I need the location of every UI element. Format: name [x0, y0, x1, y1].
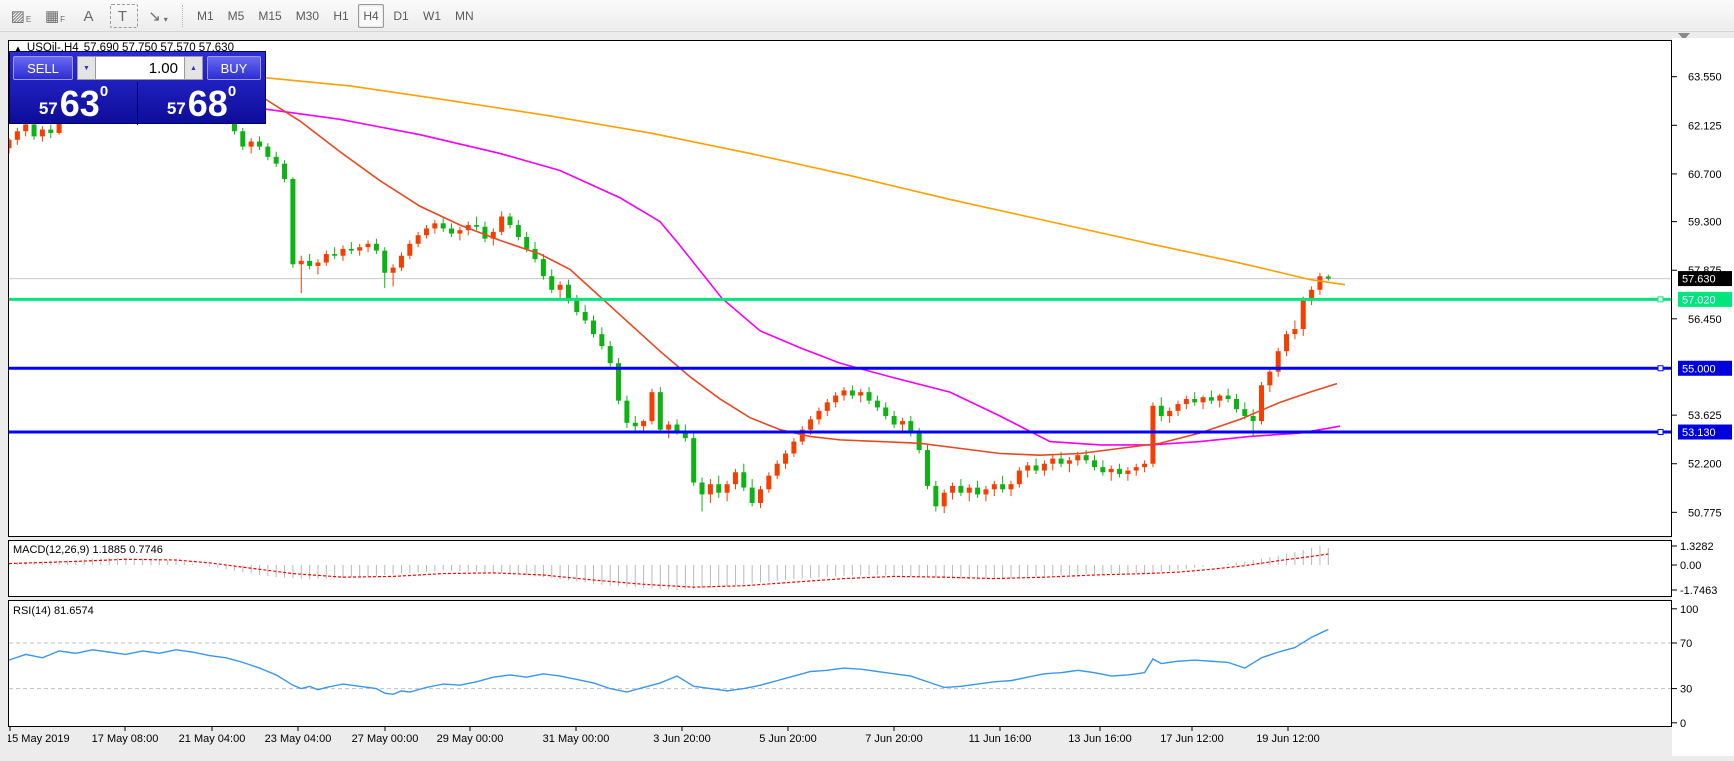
sell-price-main: 63: [59, 82, 100, 124]
rsi-label: RSI(14) 81.6574: [13, 605, 94, 617]
svg-text:59.300: 59.300: [1688, 217, 1722, 229]
tab-timeframe-M15[interactable]: M15: [253, 4, 286, 28]
chart-window[interactable]: ▲ USOil-,H4 57.690 57.750 57.570 57.630 …: [6, 38, 1734, 761]
text-box-tool-icon[interactable]: T: [110, 3, 138, 28]
chart-canvas[interactable]: 63.55062.12560.70059.30057.87556.45053.6…: [6, 38, 1734, 756]
svg-text:0: 0: [1680, 718, 1686, 730]
svg-text:17 May 08:00: 17 May 08:00: [92, 733, 159, 745]
svg-text:100: 100: [1680, 604, 1698, 616]
svg-text:53.130: 53.130: [1682, 427, 1716, 439]
svg-text:50.775: 50.775: [1688, 507, 1722, 519]
buy-price-int: 57: [166, 99, 186, 118]
time-axis: 15 May 2019 17 May 08:00 21 May 04:00 23 Ma…: [6, 727, 1320, 745]
macd-panel: [8, 540, 1672, 597]
svg-text:19 Jun 12:00: 19 Jun 12:00: [1256, 733, 1320, 745]
svg-text:-1.7463: -1.7463: [1680, 585, 1717, 597]
grid-tool-icon[interactable]: ▦ F: [42, 4, 70, 28]
sell-button[interactable]: SELL: [13, 56, 73, 80]
svg-text:52.200: 52.200: [1688, 459, 1722, 471]
svg-text:11 Jun 16:00: 11 Jun 16:00: [969, 733, 1032, 745]
application-window: ▨ E ▦ F A T ↘ ▾ M1 M5 M15 M30 H1 H4 D1 W1 MN ▲ USOil-,H…: [0, 0, 1734, 756]
svg-text:63.550: 63.550: [1688, 72, 1722, 84]
tab-timeframe-D1[interactable]: D1: [388, 4, 414, 28]
volume-decrease-button[interactable]: ▼: [77, 56, 96, 80]
hline-handle: [1657, 296, 1664, 303]
indicators-tool-icon[interactable]: ▨ E: [8, 4, 36, 28]
timeframe-toolbar: M1 M5 M15 M30 H1 H4 D1 W1 MN: [192, 3, 483, 28]
buy-button[interactable]: BUY: [207, 56, 261, 80]
tab-timeframe-H1[interactable]: H1: [328, 4, 354, 28]
svg-text:53.625: 53.625: [1688, 410, 1722, 422]
text-label-tool-icon[interactable]: A: [76, 4, 104, 28]
svg-text:17 Jun 12:00: 17 Jun 12:00: [1160, 733, 1224, 745]
volume-increase-button[interactable]: ▲: [184, 56, 203, 80]
hline-handle: [1657, 365, 1664, 372]
svg-text:56.450: 56.450: [1688, 314, 1722, 326]
tab-timeframe-M1[interactable]: M1: [192, 4, 219, 28]
hline-handle: [1657, 429, 1664, 436]
tab-timeframe-M5[interactable]: M5: [223, 4, 250, 28]
tab-timeframe-W1[interactable]: W1: [418, 4, 446, 28]
object-tools-group: ▨ E ▦ F A T ↘ ▾: [8, 3, 178, 28]
arrows-objects-tool-icon[interactable]: ↘ ▾: [144, 4, 172, 28]
svg-text:3 Jun 20:00: 3 Jun 20:00: [653, 733, 711, 745]
svg-text:31 May 00:00: 31 May 00:00: [543, 733, 610, 745]
svg-text:1.3282: 1.3282: [1680, 541, 1714, 553]
buy-price-pip: 0: [227, 83, 237, 100]
toolbar-separator: [182, 4, 184, 27]
svg-text:57.630: 57.630: [1682, 274, 1716, 286]
tab-timeframe-M30[interactable]: M30: [291, 4, 324, 28]
svg-text:29 May 00:00: 29 May 00:00: [437, 733, 504, 745]
svg-text:57.020: 57.020: [1682, 294, 1716, 306]
svg-text:7 Jun 20:00: 7 Jun 20:00: [865, 733, 923, 745]
svg-text:62.125: 62.125: [1688, 120, 1722, 132]
rsi-panel: [8, 600, 1672, 727]
svg-text:30: 30: [1680, 684, 1692, 696]
svg-text:15 May 2019: 15 May 2019: [8, 733, 70, 745]
svg-text:23 May 04:00: 23 May 04:00: [265, 733, 332, 745]
svg-text:55.000: 55.000: [1682, 363, 1716, 375]
tab-timeframe-MN[interactable]: MN: [450, 4, 479, 28]
tab-timeframe-H4[interactable]: H4: [358, 3, 385, 28]
svg-text:21 May 04:00: 21 May 04:00: [179, 733, 246, 745]
buy-price-main: 68: [187, 82, 228, 124]
svg-text:70: 70: [1680, 638, 1692, 650]
volume-input[interactable]: [96, 56, 184, 80]
one-click-trading-panel: SELL ▼ ▲ BUY 57 63 0 57 68 0: [9, 51, 266, 125]
top-toolbar: ▨ E ▦ F A T ↘ ▾ M1 M5 M15 M30 H1 H4 D1 W1 MN: [0, 0, 1734, 32]
svg-text:0.00: 0.00: [1680, 560, 1701, 572]
sell-price-display[interactable]: 57 63 0: [10, 82, 137, 125]
svg-text:27 May 00:00: 27 May 00:00: [352, 733, 419, 745]
sell-price-pip: 0: [99, 83, 109, 100]
macd-label: MACD(12,26,9) 1.1885 0.7746: [13, 544, 163, 556]
svg-text:13 Jun 16:00: 13 Jun 16:00: [1068, 733, 1132, 745]
buy-price-display[interactable]: 57 68 0: [138, 82, 265, 125]
svg-text:60.700: 60.700: [1688, 169, 1722, 181]
svg-text:5 Jun 20:00: 5 Jun 20:00: [759, 733, 817, 745]
sell-price-int: 57: [38, 99, 58, 118]
